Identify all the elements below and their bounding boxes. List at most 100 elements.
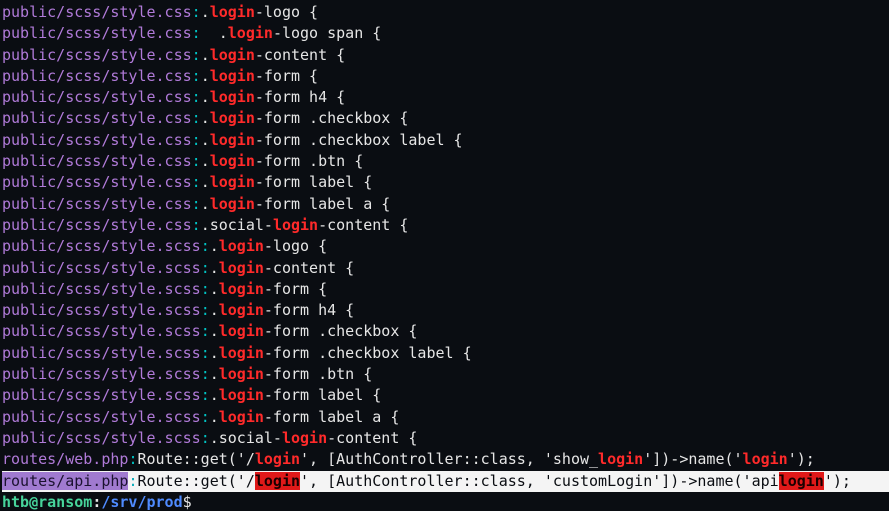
grep-result-line: routes/api.php:Route::get('/login', [Aut…	[2, 470, 889, 492]
file-path: public/scss/style.scss	[2, 428, 201, 447]
separator: :	[200, 386, 210, 405]
match-text: login	[778, 471, 824, 490]
separator: :	[191, 109, 201, 128]
file-path: public/scss/style.css	[2, 152, 192, 171]
grep-result-line: public/scss/style.scss:.login-form label…	[2, 385, 889, 406]
match-text: login	[209, 88, 255, 107]
line-text: -logo span {	[272, 24, 382, 43]
line-text: ', [AuthController::class, 'show_	[300, 450, 599, 469]
file-path: public/scss/style.scss	[2, 365, 201, 384]
line-text: .	[200, 130, 210, 149]
line-text: -content {	[327, 428, 418, 447]
file-path: public/scss/style.scss	[2, 343, 201, 362]
separator: :	[200, 428, 210, 447]
grep-result-line: routes/web.php:Route::get('/login', [Aut…	[2, 449, 889, 470]
separator: :	[200, 301, 210, 320]
line-text: .	[200, 3, 210, 21]
line-text: ');	[787, 450, 815, 469]
line-text: .	[209, 343, 219, 362]
file-path: public/scss/style.scss	[2, 237, 201, 256]
grep-output: public/scss/style.css:.login-logo {publi…	[2, 2, 889, 511]
line-text: -form h4 {	[254, 88, 346, 107]
terminal-window[interactable]: public/scss/style.css:.login-logo {publi…	[0, 0, 889, 511]
grep-result-line: public/scss/style.scss:.login-content {	[2, 258, 889, 279]
line-text: .	[200, 24, 228, 43]
line-text: .	[209, 386, 219, 405]
line-text: -form label a {	[254, 194, 391, 213]
grep-result-line: public/scss/style.css:.login-form label …	[2, 194, 889, 215]
match-text: login	[281, 428, 328, 447]
match-text: login	[218, 322, 264, 341]
match-text: login	[254, 450, 301, 469]
match-text: login	[209, 3, 255, 21]
line-text: ', [AuthController::class, 'customLogin'…	[300, 471, 779, 490]
match-text: login	[218, 365, 264, 384]
separator: :	[200, 407, 210, 426]
file-path: public/scss/style.scss	[2, 386, 201, 405]
line-text: .	[200, 66, 210, 85]
line-text: .	[209, 258, 219, 277]
line-text: .	[200, 88, 210, 107]
line-text: -form label {	[254, 173, 373, 192]
line-text: -content {	[254, 45, 346, 64]
match-text: login	[254, 471, 301, 490]
separator: :	[191, 45, 201, 64]
file-path: public/scss/style.css	[2, 194, 192, 213]
prompt-user-host: htb@ransom	[2, 492, 93, 511]
separator: :	[191, 3, 201, 21]
line-text: .	[209, 322, 219, 341]
line-text: -form label a {	[263, 407, 400, 426]
grep-result-line: public/scss/style.scss:.social-login-con…	[2, 428, 889, 449]
match-text: login	[218, 258, 264, 277]
line-text: Route::get('/	[137, 471, 255, 490]
grep-result-line: public/scss/style.css:.login-form {	[2, 66, 889, 87]
prompt-symbol: $	[182, 492, 192, 511]
line-text: -form .checkbox label {	[263, 343, 472, 362]
grep-result-line: public/scss/style.scss:.login-form h4 {	[2, 300, 889, 321]
line-text: .social-	[209, 428, 282, 447]
file-path: public/scss/style.css	[2, 173, 192, 192]
line-text: .	[209, 407, 219, 426]
grep-result-line: public/scss/style.css: .login-logo span …	[2, 23, 889, 44]
text-cursor[interactable]	[192, 495, 200, 509]
line-text: -content {	[263, 258, 355, 277]
match-text: login	[209, 109, 255, 128]
line-text: Route::get('/	[137, 450, 255, 469]
separator: :	[191, 152, 201, 171]
separator: :	[200, 322, 210, 341]
file-path: public/scss/style.css	[2, 24, 192, 43]
shell-prompt[interactable]: htb@ransom:/srv/prod$	[2, 492, 889, 511]
match-text: login	[218, 237, 264, 256]
line-text: .	[209, 237, 219, 256]
match-text: login	[742, 450, 788, 469]
line-text: -form .btn {	[263, 365, 373, 384]
file-path: public/scss/style.css	[2, 130, 192, 149]
separator: :	[191, 88, 201, 107]
line-text: -form .checkbox {	[263, 322, 418, 341]
grep-result-line: public/scss/style.scss:.login-form {	[2, 279, 889, 300]
line-text: .	[209, 279, 219, 298]
line-text: -form .checkbox label {	[254, 130, 463, 149]
separator: :	[191, 66, 201, 85]
file-path: public/scss/style.scss	[2, 301, 201, 320]
separator: :	[191, 130, 201, 149]
grep-result-line: public/scss/style.css:.login-form label …	[2, 172, 889, 193]
line-text: -form h4 {	[263, 301, 355, 320]
line-text: -form .checkbox {	[254, 109, 409, 128]
match-text: login	[218, 343, 264, 362]
line-text: .	[200, 152, 210, 171]
separator: :	[200, 237, 210, 256]
file-path: public/scss/style.scss	[2, 279, 201, 298]
separator: :	[191, 24, 201, 43]
match-text: login	[209, 194, 255, 213]
match-text: login	[227, 24, 273, 43]
match-text: login	[209, 45, 255, 64]
line-text: -form .btn {	[254, 152, 364, 171]
prompt-colon: :	[92, 492, 102, 511]
file-path: public/scss/style.css	[2, 66, 192, 85]
file-path: public/scss/style.scss	[2, 258, 201, 277]
line-text: -logo {	[254, 3, 319, 21]
line-text: -form {	[263, 279, 328, 298]
line-text: -logo {	[263, 237, 328, 256]
separator: :	[191, 215, 201, 234]
